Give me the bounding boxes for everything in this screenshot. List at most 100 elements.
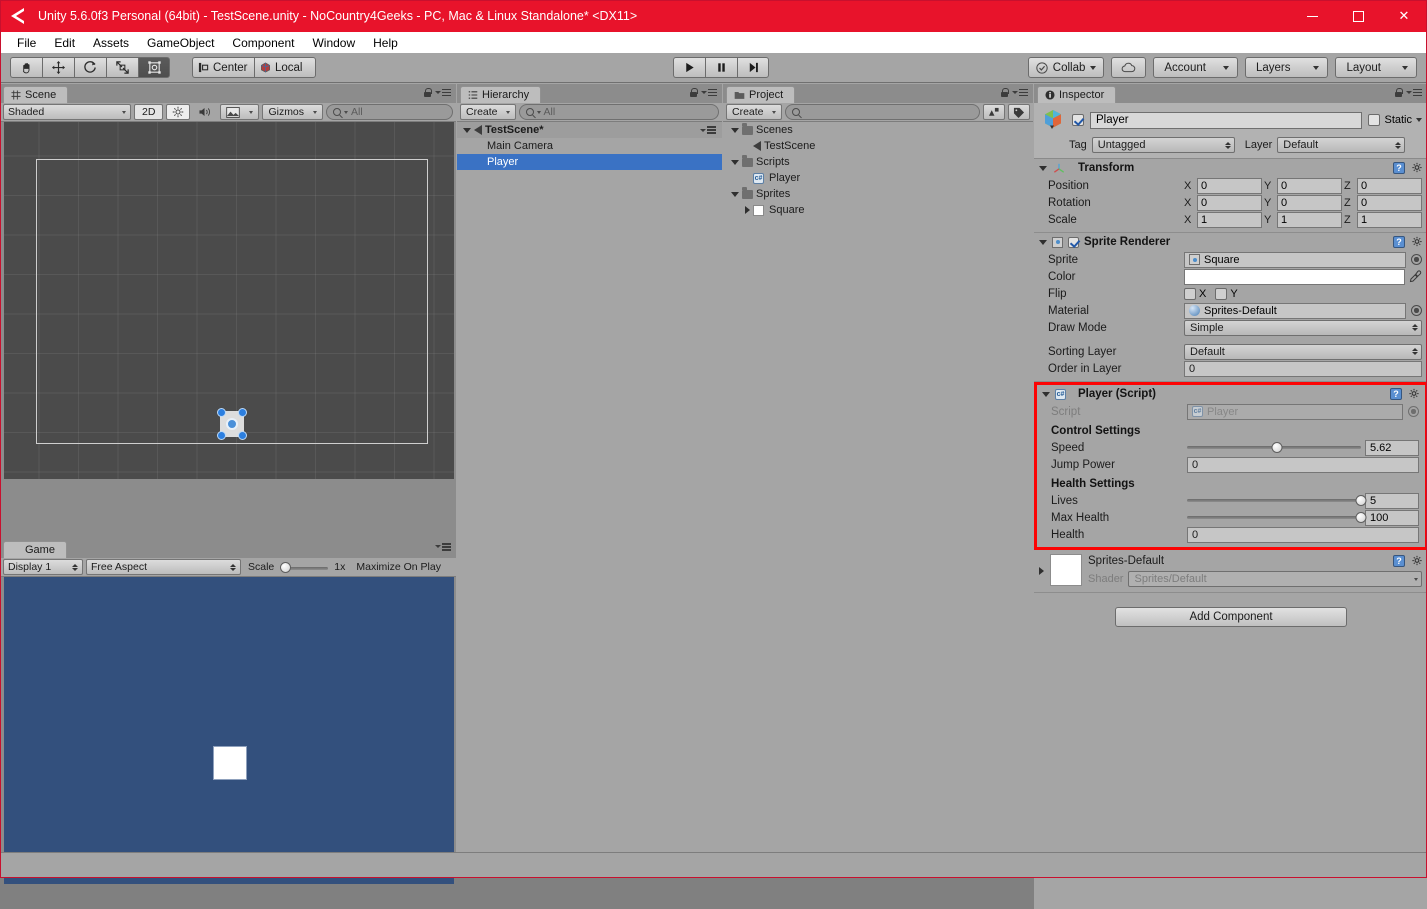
effects-button[interactable]	[220, 104, 260, 120]
layer-dropdown[interactable]: Default	[1277, 137, 1406, 153]
flip-x-toggle[interactable]: X	[1184, 287, 1206, 300]
lock-icon[interactable]	[1395, 88, 1403, 97]
lives-slider[interactable]	[1187, 493, 1367, 509]
step-button[interactable]	[737, 57, 769, 78]
position-z-input[interactable]: 0	[1357, 177, 1422, 194]
panel-menu-icon[interactable]	[435, 88, 451, 97]
close-button[interactable]: ✕	[1381, 0, 1427, 32]
audio-toggle-button[interactable]	[193, 104, 217, 120]
scale-z-input[interactable]: 1	[1357, 211, 1422, 228]
lighting-toggle-button[interactable]	[166, 104, 191, 120]
scale-x-input[interactable]: 1	[1197, 211, 1262, 228]
max-health-slider-knob[interactable]	[1355, 512, 1367, 523]
tab-game[interactable]: Game	[3, 541, 67, 558]
help-icon[interactable]: ?	[1393, 555, 1405, 567]
panel-menu-icon[interactable]	[435, 543, 451, 551]
tab-project[interactable]: Project	[726, 86, 796, 103]
project-create-button[interactable]: Create	[726, 104, 782, 120]
material-object-field[interactable]: Sprites-Default	[1184, 302, 1406, 319]
gear-icon[interactable]	[1411, 236, 1423, 248]
gear-icon[interactable]	[1408, 388, 1420, 400]
add-component-button[interactable]: Add Component	[1115, 607, 1347, 627]
aspect-dropdown[interactable]: Free Aspect	[86, 559, 241, 575]
project-row-scripts[interactable]: Scripts	[723, 154, 1033, 170]
gear-icon[interactable]	[1411, 162, 1423, 174]
draw-mode-dropdown[interactable]: Simple	[1184, 319, 1422, 336]
handle-top-left[interactable]	[217, 408, 226, 417]
lives-slider-knob[interactable]	[1355, 495, 1367, 506]
player-script-header[interactable]: c# Player (Script) ?	[1037, 385, 1425, 403]
help-icon[interactable]: ?	[1390, 388, 1402, 400]
project-row-sprites[interactable]: Sprites	[723, 186, 1033, 202]
move-tool-button[interactable]	[42, 57, 74, 78]
pivot-mode-button[interactable]: Center	[192, 57, 254, 78]
disclosure-triangle-icon[interactable]	[463, 127, 471, 133]
gizmos-dropdown[interactable]: Gizmos	[262, 104, 324, 120]
max-health-input[interactable]: 100	[1365, 509, 1419, 526]
disclosure-triangle-icon[interactable]	[1039, 567, 1044, 575]
sorting-layer-dropdown[interactable]: Default	[1184, 343, 1422, 360]
layout-button[interactable]: Layout	[1335, 57, 1417, 78]
rect-transform-tool-button[interactable]	[138, 57, 170, 78]
flip-x-checkbox[interactable]	[1184, 287, 1196, 300]
help-icon[interactable]: ?	[1393, 162, 1405, 174]
display-dropdown[interactable]: Display 1	[3, 559, 83, 575]
gameobject-enabled-checkbox[interactable]	[1072, 114, 1084, 126]
health-input[interactable]: 0	[1187, 526, 1419, 543]
disclosure-triangle-icon[interactable]	[1042, 391, 1050, 397]
scale-slider-group[interactable]: Scale 1x	[244, 559, 349, 575]
disclosure-triangle-icon[interactable]	[731, 127, 739, 133]
filter-by-type-button[interactable]	[983, 104, 1005, 120]
account-button[interactable]: Account	[1153, 57, 1238, 78]
maximize-on-play-button[interactable]: Maximize On Play	[352, 559, 445, 575]
2d-toggle-button[interactable]: 2D	[134, 104, 164, 120]
static-toggle-group[interactable]: Static	[1368, 114, 1422, 126]
gameobject-name-input[interactable]: Player	[1090, 111, 1363, 129]
position-y-input[interactable]: 0	[1277, 177, 1342, 194]
collab-button[interactable]: Collab	[1027, 57, 1105, 78]
lock-icon[interactable]	[690, 88, 698, 97]
hierarchy-row-scene[interactable]: TestScene*	[457, 122, 722, 138]
panel-menu-icon[interactable]	[1012, 88, 1028, 97]
disclosure-triangle-icon[interactable]	[731, 191, 739, 197]
lock-icon[interactable]	[1001, 88, 1009, 97]
scene-viewport[interactable]	[4, 122, 454, 479]
lock-icon[interactable]	[424, 88, 432, 97]
rotate-tool-button[interactable]	[74, 57, 106, 78]
game-viewport[interactable]	[4, 577, 454, 884]
flip-y-toggle[interactable]: Y	[1215, 287, 1238, 300]
menu-help[interactable]: Help	[364, 34, 407, 52]
sprite-renderer-header[interactable]: Sprite Renderer ?	[1034, 233, 1427, 251]
pause-button[interactable]	[705, 57, 737, 78]
shading-mode-dropdown[interactable]: Shaded	[3, 104, 131, 120]
handle-bottom-left[interactable]	[217, 431, 226, 440]
menu-component[interactable]: Component	[223, 34, 303, 52]
project-search-input[interactable]	[784, 104, 980, 120]
menu-gameobject[interactable]: GameObject	[138, 34, 223, 52]
lives-input[interactable]: 5	[1365, 492, 1419, 509]
rotation-y-input[interactable]: 0	[1277, 194, 1342, 211]
tab-scene[interactable]: Scene	[3, 86, 69, 103]
sprite-renderer-enabled-checkbox[interactable]	[1068, 236, 1079, 248]
scene-search-input[interactable]: All	[326, 104, 453, 120]
panel-menu-icon[interactable]	[701, 88, 717, 97]
help-icon[interactable]: ?	[1393, 236, 1405, 248]
menu-edit[interactable]: Edit	[45, 34, 84, 52]
minimize-button[interactable]	[1289, 0, 1335, 32]
tab-hierarchy[interactable]: Hierarchy	[460, 86, 542, 103]
tag-dropdown[interactable]: Untagged	[1091, 137, 1235, 153]
handle-top-right[interactable]	[238, 408, 247, 417]
play-button[interactable]	[673, 57, 705, 78]
gear-icon[interactable]	[1411, 555, 1423, 567]
max-health-slider[interactable]	[1187, 510, 1367, 526]
menu-assets[interactable]: Assets	[84, 34, 138, 52]
sprite-object-field[interactable]: Square	[1184, 251, 1406, 268]
disclosure-triangle-icon[interactable]	[1039, 239, 1047, 245]
static-checkbox[interactable]	[1368, 114, 1381, 126]
layers-button[interactable]: Layers	[1244, 57, 1329, 78]
material-picker-button[interactable]	[1411, 305, 1422, 316]
eyedropper-icon[interactable]	[1409, 270, 1422, 283]
selected-object-gizmo[interactable]	[217, 408, 247, 440]
speed-slider-knob[interactable]	[1271, 442, 1283, 453]
position-x-input[interactable]: 0	[1197, 177, 1262, 194]
